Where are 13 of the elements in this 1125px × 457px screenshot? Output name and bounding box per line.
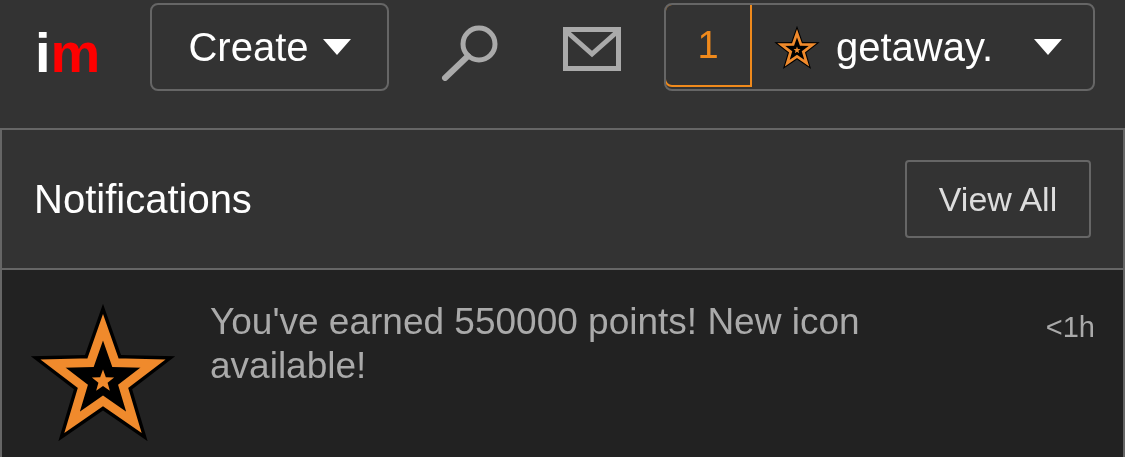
caret-icon <box>322 39 351 55</box>
notification-message: You've earned 550000 points! New icon available! <box>210 300 861 389</box>
notifications-title: Notifications <box>34 176 252 223</box>
mail-icon[interactable] <box>563 27 621 71</box>
notification-item[interactable]: You've earned 550000 points! New icon available! <1h <box>2 270 1123 457</box>
create-button[interactable]: Create <box>150 3 389 91</box>
star-icon <box>774 24 820 70</box>
caret-icon <box>1034 39 1062 55</box>
user-menu[interactable]: getaway. <box>750 5 1093 89</box>
notification-time: <1h <box>1045 310 1095 345</box>
view-all-button[interactable]: View All <box>905 160 1091 238</box>
notification-count[interactable]: 1 <box>666 5 752 87</box>
logo[interactable]: im <box>35 17 117 81</box>
